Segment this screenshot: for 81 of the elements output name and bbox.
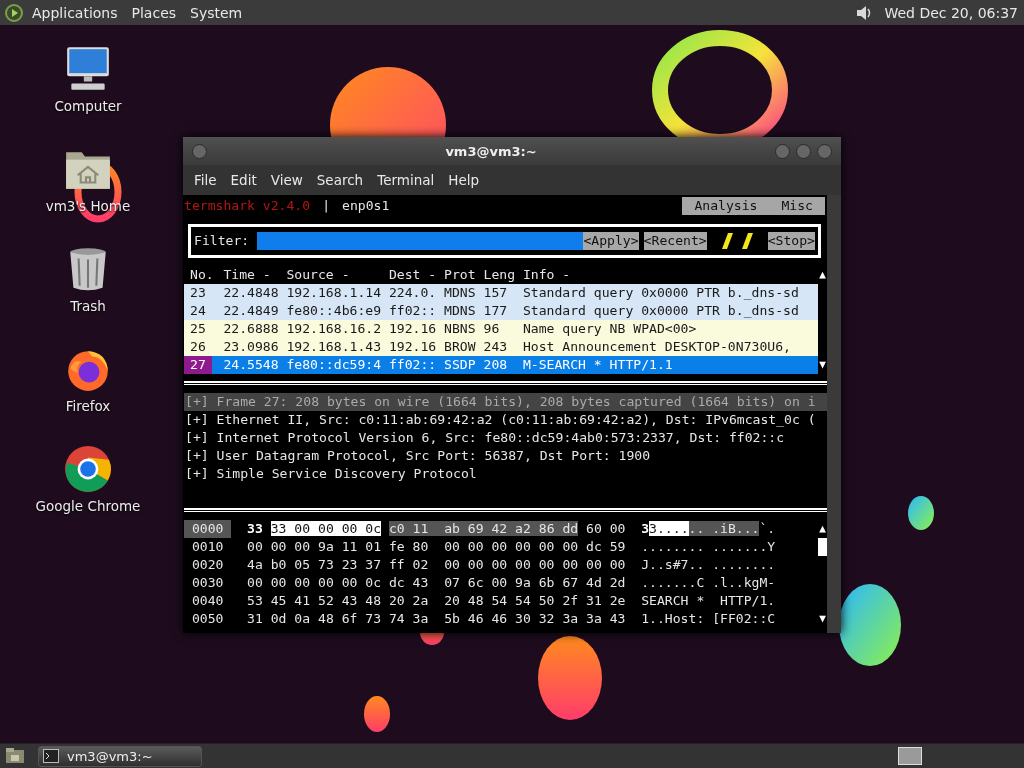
app-name: termshark v2.4.0 [184,197,311,215]
desktop-icon-label[interactable]: Firefox [65,398,111,414]
scroll-down-arrow[interactable]: ▼ [819,612,826,625]
detail-row[interactable]: [+] Ethernet II, Src: c0:11:ab:69:42:a2 (c0:11:ab:69:42:a2), Dst: IPv6mcast_0c ( [184,411,827,429]
desktop-icon-label[interactable]: Trash [70,298,106,314]
column-header[interactable]: Dest - [388,266,445,284]
column-header[interactable]: No. [184,266,212,284]
apply-button[interactable]: <Apply> [583,232,639,250]
menu-item[interactable]: Search [309,172,371,188]
taskbar-button[interactable]: vm3@vm3:~ [38,745,202,767]
desktop-icon-label[interactable]: Computer [54,98,122,114]
separator-text: | [322,197,331,215]
hex-offset: 0050 [190,610,225,628]
hex-offset: 0030 [190,574,225,592]
stop-button[interactable]: <Stop> [767,232,815,250]
workspace-switcher[interactable] [898,747,922,765]
expand-toggle[interactable]: [+] [185,393,209,411]
ascii-text: J..s#7.. ........ [641,556,777,574]
packet-row[interactable]: 26 23.0986 192.168.1.43 192.16 BROW 243 Host Announcement DESKTOP-0N730U6, [184,338,818,356]
column-header[interactable]: Leng [483,266,523,284]
hex-offset: 0000 [184,520,232,538]
expand-toggle[interactable]: [+] [185,465,209,483]
detail-text: User Datagram Protocol, Src Port: 56387, Dst Port: 1900 [216,447,651,465]
detail-row[interactable]: [+] Frame 27: 208 bytes on wire (1664 bits), 208 bytes captured (1664 bits) on i [184,393,827,411]
hex-bytes: 00 00 00 9a 11 01 fe 80 00 00 00 00 00 00 dc 59 [247,538,627,556]
ascii-text: SEARCH * HTTP/1. [641,592,777,610]
panel-menu[interactable]: System [190,4,243,21]
recent-button[interactable]: <Recent> [643,232,707,250]
hex-offset: 0040 [190,592,225,610]
scroll-up-arrow[interactable]: ▲ [818,266,827,284]
filter-input[interactable] [257,232,584,250]
window-title: vm3@vm3:~ [444,143,538,159]
packet-row[interactable]: 24 22.4849 fe80::4b6:e9 ff02:: MDNS 177 Standard query 0x0000 PTR b._dns-sd [184,302,818,320]
packet-row[interactable]: 27 24.5548 fe80::dc59:4 ff02:: SSDP 208 M-SEARCH * HTTP/1.1 [184,356,818,374]
interface-name: enp0s1 [342,197,390,215]
hex-bytes: 4a b0 05 73 23 37 ff 02 00 00 00 00 00 00 00 00 [247,556,627,574]
panel-menu[interactable]: Applications [32,4,118,21]
scroll-down-arrow[interactable]: ▼ [819,358,826,371]
clock[interactable]: Wed Dec 20, 06:37 [884,4,1018,21]
detail-row[interactable]: [+] Internet Protocol Version 6, Src: fe80::dc59:4ab0:573:2337, Dst: ff02::c [184,429,827,447]
detail-row[interactable]: [+] Simple Service Discovery Protocol [184,465,827,483]
hex-bytes: 33 33 00 00 00 0c c0 11 ab 69 42 a2 86 dd 60 00 [247,520,627,538]
expand-toggle[interactable]: [+] [185,411,209,429]
chrome-icon[interactable] [63,444,113,494]
expand-toggle[interactable]: [+] [185,447,209,465]
detail-text: Ethernet II, Src: c0:11:ab:69:42:a2 (c0:11:ab:69:42:a2), Dst: IPv6mcast_0c ( [216,411,816,429]
column-header[interactable]: Time - [211,266,287,284]
termshark-menu-item[interactable]: Analysis [682,197,770,215]
menu-item[interactable]: View [263,172,310,188]
logo-icon[interactable] [4,2,24,23]
menu-item[interactable]: Terminal [370,172,442,188]
menu-item[interactable]: File [187,172,224,188]
detail-row[interactable]: [+] User Datagram Protocol, Src Port: 56387, Dst Port: 1900 [184,447,827,465]
detail-text: Frame 27: 208 bytes on wire (1664 bits), 208 bytes captured (1664 bits) on i [216,393,816,411]
ascii-text: ........ .......Y [641,538,777,556]
expand-toggle[interactable]: [+] [185,429,209,447]
hex-bytes: 00 00 00 00 00 0c dc 43 07 6c 00 9a 6b 67 4d 2d [247,574,627,592]
panel-menu[interactable]: Places [131,4,177,21]
show-desktop-icon[interactable] [4,746,26,766]
terminal-icon [43,749,59,763]
column-header[interactable]: Prot [444,266,484,284]
hex-offset: 0020 [190,556,225,574]
hex-bytes: 31 0d 0a 48 6f 73 74 3a 5b 46 46 30 32 3a 3a 43 [247,610,627,628]
column-header[interactable]: Source - [286,266,389,284]
ascii-text: .......C .l..kgM- [641,574,777,592]
detail-text: Internet Protocol Version 6, Src: fe80::dc59:4ab0:573:2337, Dst: ff02::c [216,429,785,447]
scroll-up-arrow[interactable]: ▲ [819,522,826,535]
column-header[interactable]: Info - [522,266,818,284]
packet-row[interactable]: 25 22.6888 192.168.16.2 192.16 NBNS 96 Name query NB WPAD<00> [184,320,818,338]
hex-bytes: 53 45 41 52 43 48 20 2a 20 48 54 54 50 2f 31 2e [247,592,627,610]
ascii-text: 33...... .iB...`. [641,520,777,538]
hex-offset: 0010 [190,538,225,556]
termshark-menu-item[interactable]: Misc [769,197,825,215]
menu-item[interactable]: Edit [223,172,264,188]
filter-label: Filter: [194,232,250,250]
desktop-icon-label[interactable]: Google Chrome [35,498,141,514]
detail-text: Simple Service Discovery Protocol [216,465,477,483]
scrollbar-thumb[interactable] [818,538,827,556]
menu-item[interactable]: Help [441,172,487,188]
packet-row[interactable]: 23 22.4848 192.168.1.14 224.0. MDNS 157 Standard query 0x0000 PTR b._dns-sd [184,284,818,302]
ascii-text: 1..Host: [FF02::C [641,610,777,628]
